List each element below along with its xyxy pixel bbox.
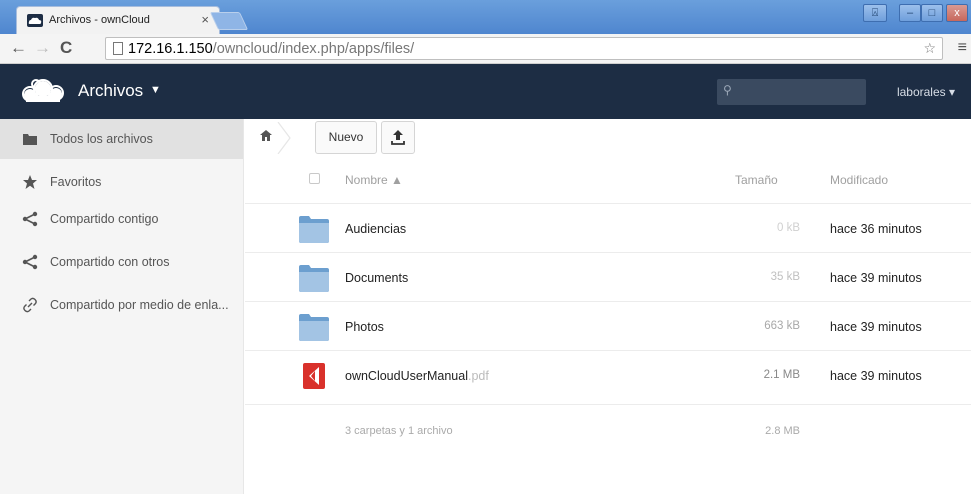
- forward-arrow-icon[interactable]: →: [34, 38, 51, 58]
- user-profile-icon[interactable]: ⍓: [863, 4, 887, 22]
- sidebar-item-todos[interactable]: Todos los archivos: [0, 119, 243, 159]
- sidebar-item-compartido-con-otros[interactable]: Compartido con otros: [0, 242, 243, 282]
- summary-count: 3 carpetas y 1 archivo: [345, 425, 453, 437]
- sidebar-item-label: Compartido contigo: [50, 212, 159, 226]
- upload-icon: [391, 130, 405, 145]
- file-size: 663 kB: [764, 320, 800, 332]
- owncloud-logo-icon[interactable]: [16, 76, 70, 106]
- owncloud-favicon-icon: [27, 14, 43, 27]
- select-all-checkbox[interactable]: [309, 173, 320, 184]
- sidebar-item-compartido-enlace[interactable]: Compartido por medio de enla...: [0, 285, 243, 325]
- sidebar: Todos los archivos Favoritos Compartido …: [0, 119, 244, 494]
- file-name[interactable]: Photos: [345, 320, 384, 334]
- maximize-button[interactable]: □: [921, 4, 943, 22]
- minimize-button[interactable]: –: [899, 4, 921, 22]
- file-modified: hace 39 minutos: [830, 320, 922, 334]
- table-summary: 3 carpetas y 1 archivo 2.8 MB: [245, 404, 971, 454]
- share-icon: [22, 254, 38, 270]
- sidebar-item-label: Compartido con otros: [50, 255, 170, 269]
- link-icon: [23, 297, 37, 313]
- sidebar-item-favoritos[interactable]: Favoritos: [0, 162, 243, 202]
- reload-icon[interactable]: C: [60, 38, 72, 58]
- page-icon: [113, 42, 123, 55]
- sidebar-item-label: Favoritos: [50, 175, 102, 189]
- star-icon: [23, 175, 37, 189]
- column-modified[interactable]: Modificado: [830, 173, 888, 187]
- bookmark-star-icon[interactable]: ☆: [923, 40, 936, 57]
- owncloud-header: Archivos ▼ ⚲ laborales ▾: [0, 64, 971, 119]
- tab-title: Archivos - ownCloud: [49, 14, 150, 26]
- url-text: 172.16.1.150/owncloud/index.php/apps/fil…: [128, 41, 415, 57]
- folder-icon: [299, 314, 329, 341]
- file-modified: hace 39 minutos: [830, 271, 922, 285]
- app-name[interactable]: Archivos: [78, 81, 143, 101]
- caret-down-icon[interactable]: ▼: [150, 84, 161, 96]
- file-name[interactable]: Audiencias: [345, 222, 406, 236]
- pdf-icon: [303, 363, 325, 389]
- file-size: 35 kB: [770, 271, 800, 283]
- table-row[interactable]: Photos 663 kB hace 39 minutos: [245, 301, 971, 350]
- browser-toolbar: ← → C 172.16.1.150/owncloud/index.php/ap…: [0, 34, 971, 64]
- sidebar-item-label: Compartido por medio de enla...: [50, 298, 229, 312]
- summary-size: 2.8 MB: [765, 425, 800, 437]
- table-row[interactable]: Documents 35 kB hace 39 minutos: [245, 252, 971, 301]
- home-icon[interactable]: [260, 130, 272, 141]
- table-row[interactable]: ownCloudUserManual.pdf 2.1 MB hace 39 mi…: [245, 350, 971, 399]
- browser-tab[interactable]: Archivos - ownCloud ×: [16, 6, 220, 34]
- upload-button[interactable]: [381, 121, 415, 154]
- file-size: 0 kB: [776, 222, 800, 234]
- address-bar[interactable]: 172.16.1.150/owncloud/index.php/apps/fil…: [105, 37, 943, 60]
- file-name[interactable]: Documents: [345, 271, 408, 285]
- table-row[interactable]: Audiencias 0 kB hace 36 minutos: [245, 203, 971, 252]
- file-modified: hace 36 minutos: [830, 222, 922, 236]
- share-icon: [22, 211, 38, 227]
- file-modified: hace 39 minutos: [830, 369, 922, 383]
- user-menu[interactable]: laborales ▾: [897, 85, 955, 99]
- breadcrumb-separator: [277, 122, 291, 154]
- search-input[interactable]: ⚲: [717, 79, 866, 105]
- close-tab-icon[interactable]: ×: [201, 12, 209, 27]
- search-icon: ⚲: [723, 83, 732, 97]
- folder-icon: [299, 216, 329, 243]
- column-size[interactable]: Tamaño: [735, 173, 778, 187]
- back-arrow-icon[interactable]: ←: [10, 38, 27, 58]
- file-size: 2.1 MB: [763, 369, 800, 381]
- column-name[interactable]: Nombre ▲: [345, 173, 403, 187]
- sidebar-item-label: Todos los archivos: [50, 132, 153, 146]
- close-window-button[interactable]: x: [946, 4, 968, 22]
- browser-titlebar: Archivos - ownCloud × ⍓ – □ x: [0, 0, 971, 34]
- browser-menu-icon[interactable]: ≡: [958, 39, 967, 57]
- sidebar-item-compartido-contigo[interactable]: Compartido contigo: [0, 199, 243, 239]
- folder-icon: [299, 265, 329, 292]
- new-button[interactable]: Nuevo: [315, 121, 377, 154]
- folder-icon: [23, 134, 37, 145]
- file-name[interactable]: ownCloudUserManual.pdf: [345, 369, 489, 383]
